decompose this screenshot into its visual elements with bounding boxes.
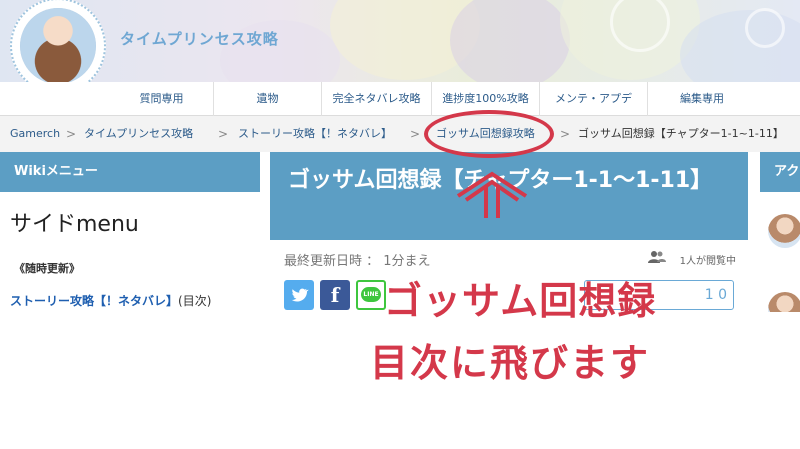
right-sidebar-header: アク xyxy=(760,152,800,192)
twitter-icon xyxy=(291,288,309,302)
breadcrumb-site[interactable]: タイムプリンセス攻略 xyxy=(84,116,193,152)
line-share-button[interactable]: LINE xyxy=(356,280,386,310)
nav-item-relics[interactable]: 遺物 xyxy=(214,82,322,116)
viewer-count: 1人が閲覧中 xyxy=(679,256,736,267)
breadcrumb-story[interactable]: ストーリー攻略【！ネタバレ】 xyxy=(238,116,392,152)
breadcrumb-separator: > xyxy=(560,127,571,141)
annotation-text-line2: 目次に飛びます xyxy=(370,341,651,385)
breadcrumb: Gamerch > タイムプリンセス攻略 > ストーリー攻略【！ネタバレ】 > … xyxy=(0,116,800,152)
banner-decoration xyxy=(450,0,570,82)
sidebar-subheading: 《随時更新》 xyxy=(14,262,80,275)
annotation-highlight-circle xyxy=(424,110,554,158)
nav-item-full-spoiler[interactable]: 完全ネタバレ攻略 xyxy=(322,82,432,116)
last-updated: 最終更新日時 ： 1分まえ xyxy=(284,254,431,269)
viewers-icon xyxy=(648,251,666,263)
facebook-share-button[interactable]: f xyxy=(320,280,350,310)
meta-row: 最終更新日時 ： 1分まえ 1人が閲覧中 xyxy=(270,250,748,270)
breadcrumb-separator: > xyxy=(66,127,77,141)
sidebar-header: Wikiメニュー xyxy=(0,152,260,192)
nav-item-questions[interactable]: 質問専用 xyxy=(110,82,214,116)
site-title[interactable]: タイムプリンセス攻略 xyxy=(120,28,279,49)
sidebar-link-row: ストーリー攻略【！ネタバレ】(目次) xyxy=(0,282,260,309)
global-nav: 質問専用 遺物 完全ネタバレ攻略 進捗度100%攻略 メンテ・アプデ 編集専用 xyxy=(0,82,800,116)
avatar xyxy=(20,8,96,82)
breadcrumb-separator: > xyxy=(410,127,421,141)
left-sidebar: Wikiメニュー サイドmenu 《随時更新》 ストーリー攻略【！ネタバレ】(目… xyxy=(0,152,260,312)
right-sidebar: アク xyxy=(760,152,800,326)
breadcrumb-gamerch[interactable]: Gamerch xyxy=(10,116,60,152)
sidebar-link-suffix: (目次) xyxy=(178,294,212,308)
banner-decoration xyxy=(745,8,785,48)
line-icon: LINE xyxy=(361,287,381,302)
nav-item-edit[interactable]: 編集専用 xyxy=(648,82,756,116)
twitter-share-button[interactable] xyxy=(284,280,314,310)
sidebar-title: サイドmenu xyxy=(10,212,139,237)
header-banner: タイムプリンセス攻略 xyxy=(0,0,800,82)
user-avatar[interactable] xyxy=(768,214,800,248)
sidebar-story-link[interactable]: ストーリー攻略【！ネタバレ】 xyxy=(10,294,178,308)
site-logo[interactable] xyxy=(10,0,106,82)
breadcrumb-separator: > xyxy=(218,127,229,141)
annotation-up-arrow-icon xyxy=(456,171,528,218)
annotation-text-line1: ゴッサム回想録 xyxy=(384,279,657,323)
breadcrumb-current: ゴッサム回想録【チャプター1-1~1-11】 xyxy=(578,127,784,140)
nav-item-maintenance[interactable]: メンテ・アプデ xyxy=(540,82,648,116)
